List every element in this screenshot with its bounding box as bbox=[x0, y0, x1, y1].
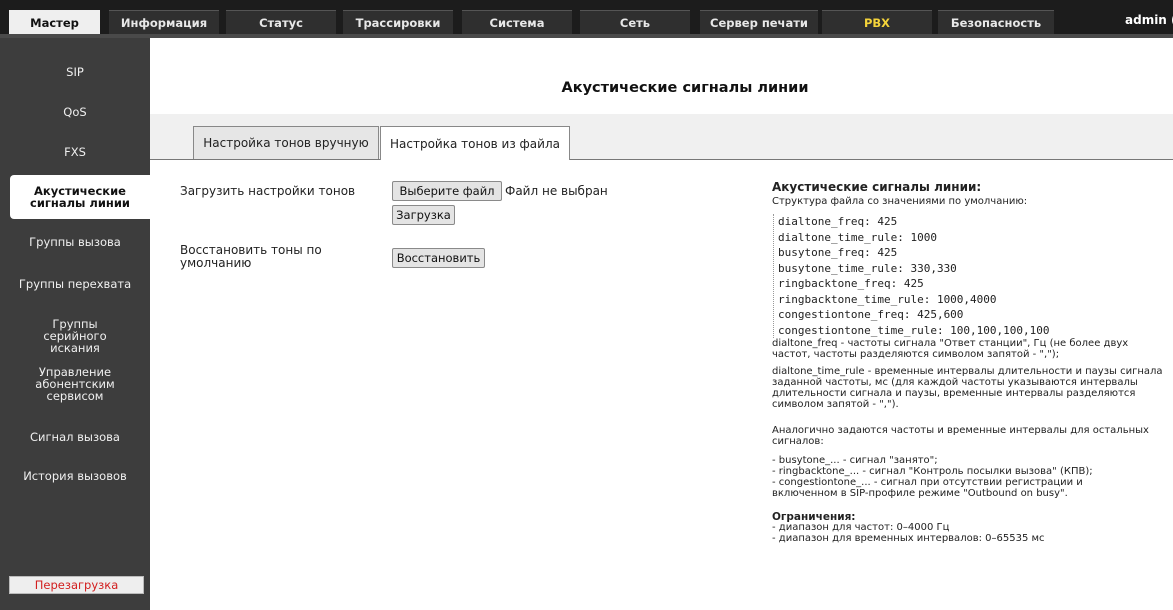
sidebar-item-ring-signal[interactable]: Сигнал вызова bbox=[0, 431, 150, 443]
list-item: - диапазон для временных интервалов: 0–6… bbox=[772, 533, 1045, 544]
top-navigation: Мастер Информация Статус Трассировки Сис… bbox=[0, 0, 1173, 38]
tab-print-server[interactable]: Сервер печати bbox=[700, 10, 818, 34]
upload-settings-label: Загрузить настройки тонов bbox=[180, 184, 356, 198]
tab-security[interactable]: Безопасность bbox=[938, 10, 1054, 34]
code-line: congestiontone_freq: 425,600 bbox=[778, 308, 964, 321]
info-panel: Акустические сигналы линии: Структура фа… bbox=[772, 180, 1167, 207]
no-file-text: Файл не выбран bbox=[505, 184, 608, 198]
tab-traces[interactable]: Трассировки bbox=[343, 10, 453, 34]
tab-status[interactable]: Статус bbox=[226, 10, 336, 34]
tab-manual-tones[interactable]: Настройка тонов вручную bbox=[193, 126, 379, 159]
dialtone-freq-description: dialtone_freq - частоты сигнала "Ответ с… bbox=[772, 338, 1129, 360]
restore-defaults-label: Восстановить тоны по умолчанию bbox=[180, 243, 322, 270]
tab-file-tones[interactable]: Настройка тонов из файла bbox=[380, 126, 570, 160]
list-item: - ringbacktone_... - сигнал "Контроль по… bbox=[772, 466, 1093, 477]
page-title: Акустические сигналы линии bbox=[561, 80, 809, 96]
info-title: Акустические сигналы линии: bbox=[772, 180, 982, 194]
code-line: dialtone_freq: 425 bbox=[778, 215, 898, 228]
tab-pbx[interactable]: PBX bbox=[822, 10, 932, 34]
sidebar-item-call-history[interactable]: История вызовов bbox=[0, 470, 150, 482]
list-item: - диапазон для частот: 0–4000 Гц bbox=[772, 522, 950, 533]
code-line: busytone_time_rule: 330,330 bbox=[778, 261, 957, 275]
code-line: dialtone_time_rule: 1000 bbox=[778, 230, 937, 244]
reboot-button[interactable]: Перезагрузка bbox=[9, 576, 144, 594]
restore-button[interactable]: Восстановить bbox=[392, 248, 485, 268]
sidebar: SIP QoS FXS Акустические сигналы линии Г… bbox=[0, 38, 150, 610]
code-line: ringbacktone_time_rule: 1000,4000 bbox=[778, 292, 997, 306]
user-menu[interactable]: admin ( bbox=[1125, 13, 1173, 27]
other-signals-description: Аналогично задаются частоты и временные … bbox=[772, 425, 1149, 447]
info-subtitle: Структура файла со значениями по умолчан… bbox=[772, 196, 1028, 207]
sidebar-item-fxs[interactable]: FXS bbox=[0, 146, 150, 158]
code-line: congestiontone_time_rule: 100,100,100,10… bbox=[778, 323, 1050, 337]
sidebar-item-pickup-groups[interactable]: Группы перехвата bbox=[0, 278, 150, 290]
tab-info[interactable]: Информация bbox=[109, 10, 219, 34]
upload-button[interactable]: Загрузка bbox=[392, 205, 455, 225]
tab-master[interactable]: Мастер bbox=[9, 10, 100, 34]
list-item: - congestiontone_... - сигнал при отсутс… bbox=[772, 477, 1083, 488]
signal-list: - busytone_... - сигнал "занято"; - ring… bbox=[772, 455, 1167, 499]
sidebar-item-qos[interactable]: QoS bbox=[0, 106, 150, 118]
code-line: ringbacktone_freq: 425 bbox=[778, 277, 924, 290]
choose-file-button[interactable]: Выберите файл bbox=[392, 181, 502, 201]
top-nav-strip bbox=[0, 34, 1173, 38]
list-item: включенном в SIP-профиле режиме "Outboun… bbox=[772, 488, 1068, 499]
subtabs-divider bbox=[150, 159, 1173, 160]
sidebar-item-sip[interactable]: SIP bbox=[0, 66, 150, 78]
tab-network[interactable]: Сеть bbox=[580, 10, 690, 34]
sidebar-item-acoustic-signals[interactable]: Акустические сигналы линии bbox=[10, 175, 150, 219]
code-line: busytone_freq: 425 bbox=[778, 246, 898, 259]
list-item: - busytone_... - сигнал "занято"; bbox=[772, 455, 938, 466]
tab-system[interactable]: Система bbox=[462, 10, 572, 34]
sidebar-item-hunt-groups[interactable]: Группы серийного искания bbox=[0, 318, 150, 354]
sidebar-item-subscriber-service[interactable]: Управление абонентским сервисом bbox=[0, 366, 150, 402]
dialtone-time-rule-description: dialtone_time_rule - временные интервалы… bbox=[772, 366, 1163, 410]
limits-list: - диапазон для частот: 0–4000 Гц - диапа… bbox=[772, 522, 1167, 544]
default-file-structure: dialtone_freq: 425 dialtone_time_rule: 1… bbox=[773, 214, 1050, 338]
sidebar-item-call-groups[interactable]: Группы вызова bbox=[0, 236, 150, 248]
